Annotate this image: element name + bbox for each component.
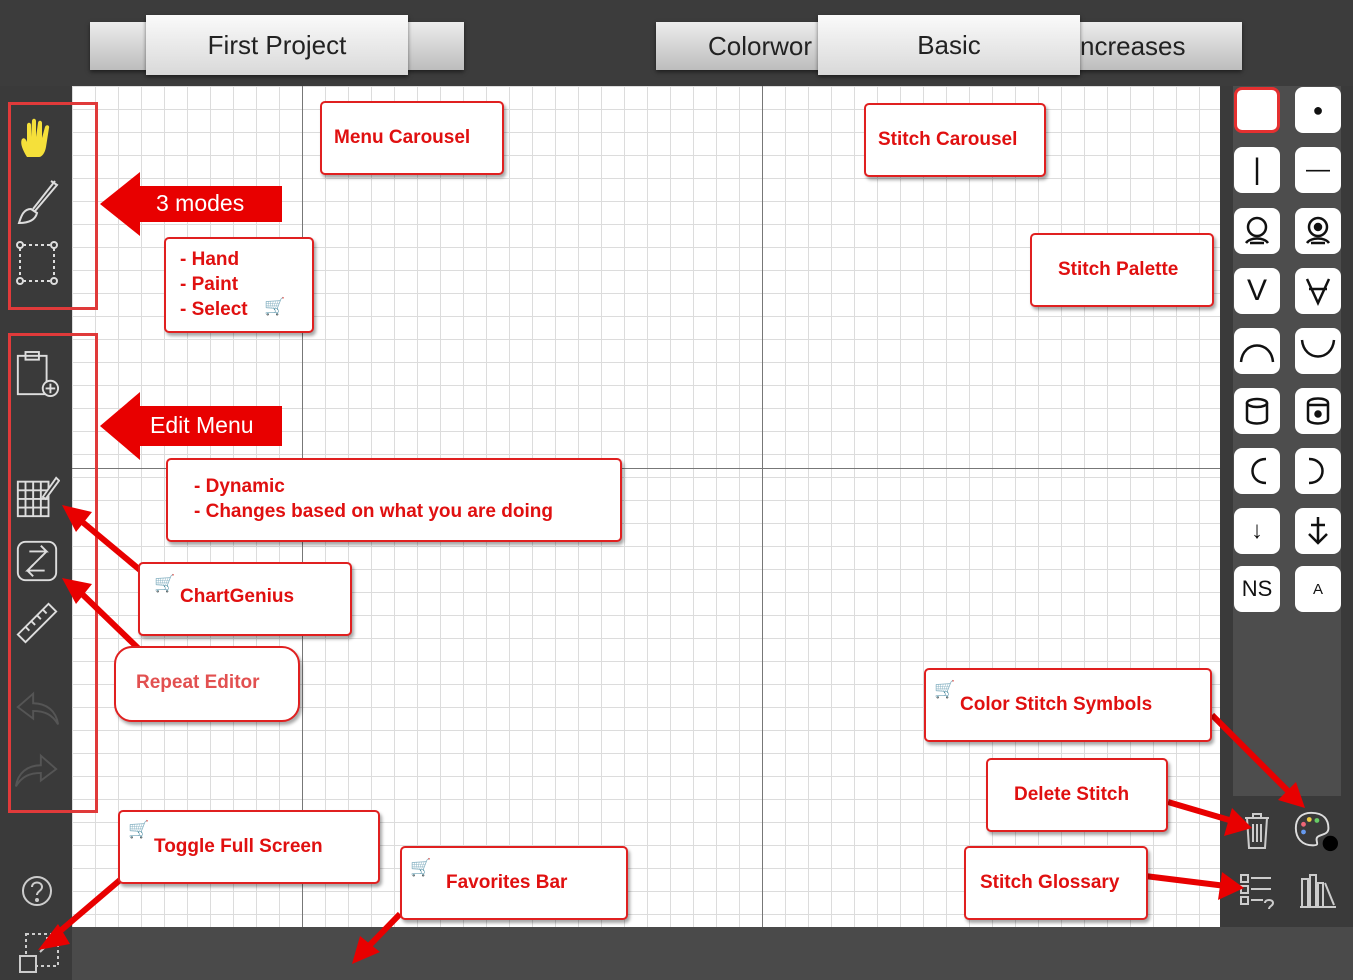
stitch-carousel-tab-right[interactable]: ncreases — [1072, 22, 1242, 70]
stitch-v[interactable]: V — [1234, 268, 1280, 314]
stitch-ns[interactable]: NS — [1234, 566, 1280, 612]
stitch-glossary-callout: Stitch Glossary — [964, 846, 1148, 920]
stitch-palette-callout: Stitch Palette — [1030, 233, 1214, 307]
repeat-editor-callout: Repeat Editor — [114, 646, 300, 722]
stitch-horizontal-bar[interactable]: — — [1295, 147, 1341, 193]
stitch-loop[interactable] — [1234, 208, 1280, 254]
stitch-blank[interactable] — [1234, 87, 1280, 133]
edit-menu-highlight-box — [8, 333, 98, 813]
dynamic-callout: - Dynamic - Changes based on what you ar… — [166, 458, 622, 542]
cart-icon: 🛒 — [410, 858, 432, 877]
menu-carousel-callout: Menu Carousel — [320, 101, 504, 175]
stitch-cylinder-dot[interactable] — [1295, 388, 1341, 434]
stitch-loop-dot[interactable] — [1295, 208, 1341, 254]
stitch-vertical-bar[interactable]: | — [1234, 147, 1280, 193]
stitch-carousel-callout: Stitch Carousel — [864, 103, 1046, 177]
cart-icon: 🛒 — [264, 297, 286, 316]
trash-icon[interactable] — [1234, 808, 1280, 854]
chartgenius-callout: 🛒 ChartGenius — [138, 562, 352, 636]
stitch-left-c[interactable] — [1234, 448, 1280, 494]
edit-menu-label: Edit Menu — [150, 412, 254, 438]
stitch-carousel-tab-current[interactable]: Basic — [818, 15, 1080, 75]
favorites-bar[interactable] — [72, 927, 1353, 980]
stitch-arrow-down[interactable]: ↓ — [1234, 508, 1280, 554]
major-gridline-v2 — [762, 86, 763, 927]
toggle-full-screen-callout: 🛒 Toggle Full Screen — [118, 810, 380, 884]
stitch-arrow-down-bar[interactable] — [1295, 508, 1341, 554]
stitch-arc-down[interactable] — [1295, 328, 1341, 374]
cart-icon: 🛒 — [934, 680, 956, 699]
modes-list-callout: - Hand - Paint - Select 🛒 — [164, 237, 314, 333]
stitch-cylinder[interactable] — [1234, 388, 1280, 434]
modes-highlight-box — [8, 102, 98, 310]
fullscreen-toggle-icon[interactable] — [16, 930, 62, 976]
menu-carousel-tab-right[interactable] — [404, 22, 464, 70]
color-stitch-symbols-callout: 🛒 Color Stitch Symbols — [924, 668, 1212, 742]
delete-stitch-callout: Delete Stitch — [986, 758, 1168, 832]
stitch-v-bar[interactable] — [1295, 268, 1341, 314]
stitch-right-c[interactable] — [1295, 448, 1341, 494]
help-icon[interactable] — [14, 868, 60, 914]
stitch-glossary-icon[interactable] — [1234, 868, 1280, 914]
three-modes-label: 3 modes — [156, 190, 245, 216]
stitch-a[interactable]: A — [1295, 566, 1341, 612]
cart-icon: 🛒 — [154, 574, 176, 593]
favorites-bar-callout: 🛒 Favorites Bar — [400, 846, 628, 920]
cart-icon: 🛒 — [128, 820, 150, 839]
menu-carousel-tab-left[interactable] — [90, 22, 150, 70]
stitch-carousel-tab-left[interactable]: Colorwor — [656, 22, 826, 70]
stitch-arc-up[interactable] — [1234, 328, 1280, 374]
stitch-dot[interactable]: ● — [1295, 87, 1341, 133]
menu-carousel-tab-current[interactable]: First Project — [146, 15, 408, 75]
color-palette-icon[interactable] — [1292, 808, 1338, 854]
library-icon[interactable] — [1295, 868, 1341, 914]
